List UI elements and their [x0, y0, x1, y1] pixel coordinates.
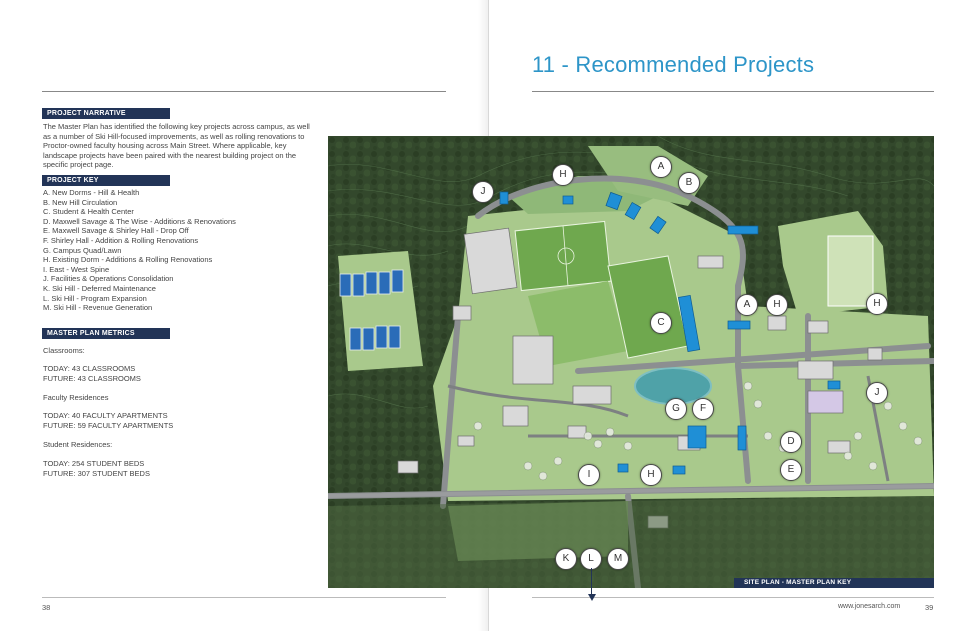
student-label: Student Residences: [43, 440, 113, 449]
narrative-text: The Master Plan has identified the follo… [43, 122, 310, 170]
project-key-item: B. New Hill Circulation [43, 197, 118, 207]
project-key-item: F. Shirley Hall - Addition & Rolling Ren… [43, 235, 199, 245]
right-page-number: 39 [925, 603, 934, 612]
map-marker-d[interactable]: D [780, 431, 802, 453]
faculty-label: Faculty Residences [43, 393, 109, 402]
student-future: FUTURE: 307 STUDENT BEDS [43, 469, 150, 478]
map-marker-e[interactable]: E [780, 459, 802, 481]
map-marker-m[interactable]: M [607, 548, 629, 570]
project-key-item: G. Campus Quad/Lawn [43, 245, 122, 255]
page-title: 11 - Recommended Projects [532, 52, 815, 77]
project-key-item: C. Student & Health Center [43, 207, 134, 217]
project-key-heading: PROJECT KEY [42, 175, 170, 186]
right-top-rule [532, 91, 934, 92]
project-key-item: E. Maxwell Savage & Shirley Hall - Drop … [43, 226, 189, 236]
map-marker-i[interactable]: I [578, 464, 600, 486]
project-key-item: H. Existing Dorm - Additions & Rolling R… [43, 255, 213, 265]
project-key-item: A. New Dorms - Hill & Health [43, 188, 140, 197]
classrooms-label: Classrooms: [43, 346, 85, 355]
project-key-item: I. East - West Spine [43, 264, 110, 274]
map-marker-g[interactable]: G [665, 398, 687, 420]
student-today: TODAY: 254 STUDENT BEDS [43, 459, 145, 468]
map-marker-a-east[interactable]: A [736, 294, 758, 316]
map-caption: SITE PLAN - MASTER PLAN KEY [734, 578, 934, 588]
map-marker-b[interactable]: B [678, 172, 700, 194]
ski-hill-arrow-icon [588, 594, 596, 601]
map-marker-h-east[interactable]: H [766, 294, 788, 316]
left-bottom-rule [42, 597, 446, 598]
site-plan-map: SITE PLAN - MASTER PLAN KEY [328, 136, 934, 588]
map-marker-c[interactable]: C [650, 312, 672, 334]
project-key-list: A. New Dorms - Hill & Health B. New Hill… [43, 188, 236, 313]
left-page-number: 38 [42, 603, 51, 612]
narrative-heading: PROJECT NARRATIVE [42, 108, 170, 119]
project-key-item: D. Maxwell Savage & The Wise - Additions… [43, 216, 236, 226]
map-marker-j-west[interactable]: J [472, 181, 494, 203]
map-marker-k[interactable]: K [555, 548, 577, 570]
map-marker-f[interactable]: F [692, 398, 714, 420]
project-key-item: L. Ski Hill - Program Expansion [43, 293, 147, 303]
project-key-item: J. Facilities & Operations Consolidation [43, 274, 174, 284]
website-url: www.jonesarch.com [838, 603, 901, 610]
map-marker-h-north[interactable]: H [552, 164, 574, 186]
map-marker-h-south[interactable]: H [640, 464, 662, 486]
map-marker-a-north[interactable]: A [650, 156, 672, 178]
ski-hill-arrow-line [591, 568, 592, 594]
project-key-item: M. Ski Hill - Revenue Generation [43, 303, 153, 313]
classrooms-today: TODAY: 43 CLASSROOMS [43, 364, 136, 373]
map-marker-j-east[interactable]: J [866, 382, 888, 404]
faculty-today: TODAY: 40 FACULTY APARTMENTS [43, 411, 168, 420]
classrooms-future: FUTURE: 43 CLASSROOMS [43, 374, 141, 383]
map-marker-h-far-east[interactable]: H [866, 293, 888, 315]
site-plan-illustration [328, 136, 934, 588]
project-key-item: K. Ski Hill - Deferred Maintenance [43, 283, 156, 293]
map-marker-l[interactable]: L [580, 548, 602, 570]
faculty-future: FUTURE: 59 FACULTY APARTMENTS [43, 421, 174, 430]
left-top-rule [42, 91, 446, 92]
metrics-heading: MASTER PLAN METRICS [42, 328, 170, 339]
